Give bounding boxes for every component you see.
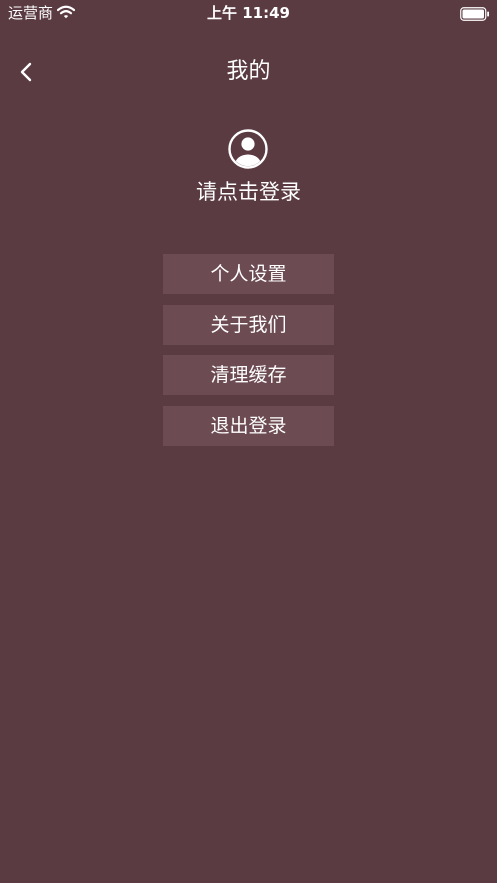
status-time: 上午 11:49 bbox=[207, 4, 290, 22]
settings-menu: 个人设置 关于我们 清理缓存 退出登录 bbox=[163, 254, 334, 456]
login-prompt[interactable]: 请点击登录 bbox=[0, 177, 497, 207]
clear-cache-button[interactable]: 清理缓存 bbox=[163, 355, 334, 395]
user-circle-icon bbox=[228, 129, 268, 169]
personal-settings-button[interactable]: 个人设置 bbox=[163, 254, 334, 294]
battery-icon bbox=[460, 6, 490, 25]
navigation-bar: 我的 bbox=[0, 48, 497, 94]
avatar[interactable] bbox=[227, 128, 269, 170]
about-us-button[interactable]: 关于我们 bbox=[163, 304, 334, 345]
page-title: 我的 bbox=[226, 59, 271, 84]
status-bar: 运营商 上午 11:49 bbox=[0, 0, 497, 26]
logout-button[interactable]: 退出登录 bbox=[163, 405, 334, 446]
